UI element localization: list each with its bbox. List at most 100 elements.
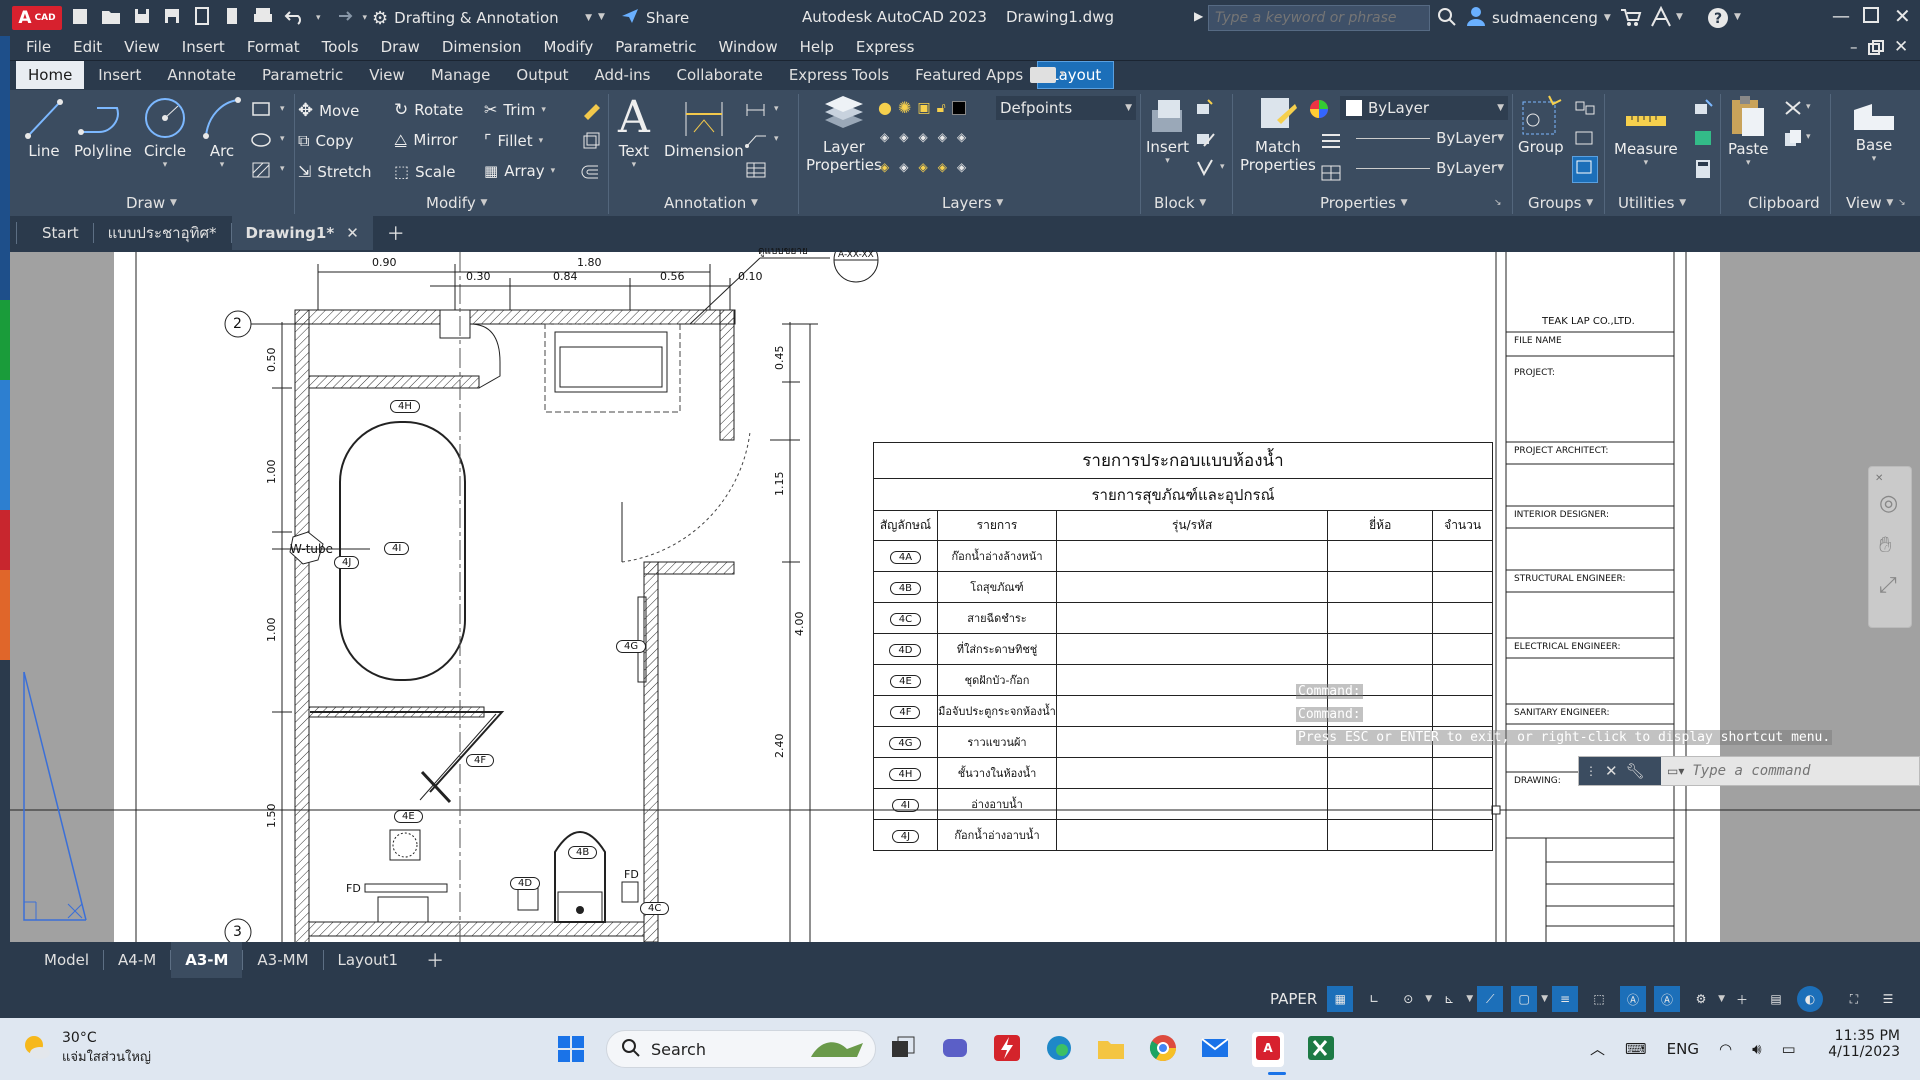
layer-dropdown[interactable]: Defpoints ▼ bbox=[996, 96, 1136, 120]
layer-properties-button[interactable]: Layer Properties bbox=[806, 94, 882, 174]
save-as-icon[interactable] bbox=[162, 6, 182, 29]
menu-dimension[interactable]: Dimension bbox=[442, 38, 522, 56]
menu-express[interactable]: Express bbox=[856, 38, 915, 56]
cut-icon[interactable] bbox=[1782, 98, 1804, 121]
chevron-down-icon[interactable]: ▼ bbox=[1425, 994, 1432, 1004]
layout-tab-a4-m[interactable]: A4-M bbox=[104, 942, 170, 978]
save-icon[interactable] bbox=[132, 6, 152, 29]
chevron-up-icon[interactable]: ︿ bbox=[1590, 1038, 1605, 1059]
ellipse-icon[interactable] bbox=[250, 130, 274, 153]
match-properties-button[interactable]: Match Properties bbox=[1240, 94, 1316, 174]
cart-icon[interactable] bbox=[1620, 7, 1642, 30]
rectangle-icon[interactable] bbox=[250, 100, 274, 123]
annotation-visibility-icon[interactable]: Ⓐ bbox=[1620, 986, 1647, 1012]
lineweight-dropdown[interactable]: ByLayer ▼ bbox=[1350, 156, 1508, 180]
doc-tab-1[interactable]: แบบประชาอุทิศ* bbox=[94, 216, 231, 250]
caret-right-icon[interactable]: ▶ bbox=[1194, 9, 1203, 23]
clean-screen-icon[interactable]: ⛶ bbox=[1841, 986, 1867, 1012]
panel-launcher-icon[interactable]: ↘ bbox=[1494, 198, 1502, 208]
teams-chat-icon[interactable] bbox=[940, 1033, 970, 1066]
share-button[interactable]: Share bbox=[620, 7, 689, 28]
block-attributes-icon[interactable] bbox=[1194, 158, 1216, 181]
language-indicator[interactable]: ENG bbox=[1667, 1040, 1699, 1058]
chevron-down-icon[interactable]: ▾ bbox=[1806, 102, 1811, 112]
ortho-icon[interactable]: ∟ bbox=[1361, 986, 1387, 1012]
volume-icon[interactable]: 🔊︎ bbox=[1752, 1040, 1761, 1058]
chevron-down-icon[interactable]: ▾ bbox=[1220, 162, 1225, 172]
properties-panel-title[interactable]: Properties ▼ bbox=[1320, 194, 1408, 212]
taskbar-search[interactable]: Search bbox=[606, 1030, 876, 1068]
group-button[interactable]: Group bbox=[1518, 94, 1564, 156]
chevron-down-icon[interactable]: ▼ bbox=[1466, 994, 1473, 1004]
isolate-objects-icon[interactable]: ◐ bbox=[1796, 986, 1823, 1012]
search-icon[interactable] bbox=[1436, 6, 1458, 31]
task-view-icon[interactable] bbox=[888, 1033, 918, 1066]
menu-format[interactable]: Format bbox=[247, 38, 300, 56]
leader-icon[interactable] bbox=[744, 130, 768, 153]
ribbon-tab-add-ins[interactable]: Add-ins bbox=[583, 61, 663, 89]
thunder-app-icon[interactable] bbox=[992, 1033, 1022, 1066]
layout-tab-a3-m[interactable]: A3-M bbox=[171, 942, 243, 978]
scale-button[interactable]: ⬚ Scale bbox=[394, 162, 455, 181]
groups-panel-title[interactable]: Groups ▼ bbox=[1528, 194, 1593, 212]
transparency-icon[interactable] bbox=[1320, 164, 1342, 185]
calculator-icon[interactable] bbox=[1692, 158, 1714, 183]
edge-browser-icon[interactable] bbox=[1044, 1033, 1074, 1066]
windows-start-icon[interactable] bbox=[556, 1034, 586, 1067]
undo-icon[interactable] bbox=[284, 6, 306, 29]
menu-edit[interactable]: Edit bbox=[73, 38, 102, 56]
polar-tracking-icon[interactable]: ⊙ bbox=[1395, 986, 1421, 1012]
search-box[interactable] bbox=[1208, 5, 1430, 31]
line-button[interactable]: Line bbox=[22, 96, 66, 160]
stretch-button[interactable]: ⇲ Stretch bbox=[298, 162, 372, 181]
weather-widget[interactable]: 30°C แจ่มใสส่วนใหญ่ bbox=[20, 1030, 151, 1067]
layer-tools-row-1[interactable]: ◈ ◈ ◈ ◈ ◈ bbox=[880, 130, 966, 144]
object-snap-icon[interactable]: ▢ bbox=[1511, 986, 1538, 1012]
user-menu[interactable]: sudmaenceng ▼ bbox=[1466, 6, 1611, 29]
autodesk-a360-icon[interactable] bbox=[1650, 5, 1672, 31]
clock[interactable]: 11:35 PM 4/11/2023 bbox=[1816, 1028, 1900, 1060]
chevron-down-icon[interactable]: ▼ bbox=[1734, 12, 1741, 22]
lineweight-toggle-icon[interactable]: ≡ bbox=[1552, 986, 1579, 1012]
linear-dim-icon[interactable] bbox=[744, 100, 768, 123]
fillet-button[interactable]: ⌜ Fillet ▾ bbox=[484, 131, 543, 150]
ribbon-tab-view[interactable]: View bbox=[357, 61, 417, 89]
ribbon-tab-manage[interactable]: Manage bbox=[419, 61, 503, 89]
color-dropdown[interactable]: ByLayer ▼ bbox=[1340, 96, 1508, 120]
ribbon-tab-express-tools[interactable]: Express Tools bbox=[777, 61, 901, 89]
close-icon[interactable]: ✕ bbox=[1894, 4, 1911, 28]
layer-state-icons[interactable]: ● ✺ ▣ 🔓︎ bbox=[878, 98, 966, 117]
text-button[interactable]: A Text ▾ bbox=[618, 94, 650, 171]
dimension-button[interactable]: Dimension bbox=[664, 96, 744, 160]
layer-tools-row-2[interactable]: ◈ ◈ ◈ ◈ ◈ bbox=[880, 160, 966, 174]
base-view-button[interactable]: Base ▾ bbox=[1852, 96, 1896, 164]
rotate-button[interactable]: ↻ Rotate bbox=[394, 100, 463, 120]
menu-draw[interactable]: Draw bbox=[381, 38, 420, 56]
chevron-down-icon[interactable]: ▾ bbox=[774, 134, 779, 144]
offset-icon[interactable] bbox=[580, 162, 602, 185]
menu-view[interactable]: View bbox=[124, 38, 160, 56]
polyline-button[interactable]: Polyline bbox=[74, 96, 132, 160]
ribbon-tab-annotate[interactable]: Annotate bbox=[155, 61, 248, 89]
web-mobile-icon[interactable] bbox=[222, 6, 242, 29]
annotation-scale-icon[interactable]: Ⓐ bbox=[1654, 986, 1681, 1012]
chrome-icon[interactable] bbox=[1148, 1033, 1178, 1066]
edit-block-icon[interactable] bbox=[1194, 128, 1216, 151]
command-input[interactable] bbox=[1684, 757, 1919, 785]
pan-hand-icon[interactable]: ✋︎ bbox=[1879, 533, 1892, 558]
block-panel-title[interactable]: Block ▼ bbox=[1154, 194, 1206, 212]
insert-block-button[interactable]: Insert ▾ bbox=[1146, 96, 1189, 166]
file-explorer-icon[interactable] bbox=[1096, 1033, 1126, 1066]
copy-button[interactable]: ⧉ Copy bbox=[298, 131, 354, 151]
chevron-down-icon[interactable]: ▼ bbox=[1718, 994, 1725, 1004]
workspace-switcher[interactable]: ⚙ Drafting & Annotation ▼ bbox=[372, 5, 592, 31]
paste-button[interactable]: Paste ▾ bbox=[1728, 94, 1769, 168]
ribbon-tab-parametric[interactable]: Parametric bbox=[250, 61, 355, 89]
layout-tab-model[interactable]: Model bbox=[30, 942, 103, 978]
trim-button[interactable]: ✂ Trim ▾ bbox=[484, 100, 546, 119]
table-icon[interactable] bbox=[744, 160, 768, 183]
autocad-taskbar-icon[interactable]: A bbox=[1252, 1032, 1284, 1067]
minimize-icon[interactable]: — bbox=[1832, 6, 1850, 27]
annotation-panel-title[interactable]: Annotation ▼ bbox=[664, 194, 758, 212]
mirror-button[interactable]: ⧋ Mirror bbox=[394, 131, 458, 149]
